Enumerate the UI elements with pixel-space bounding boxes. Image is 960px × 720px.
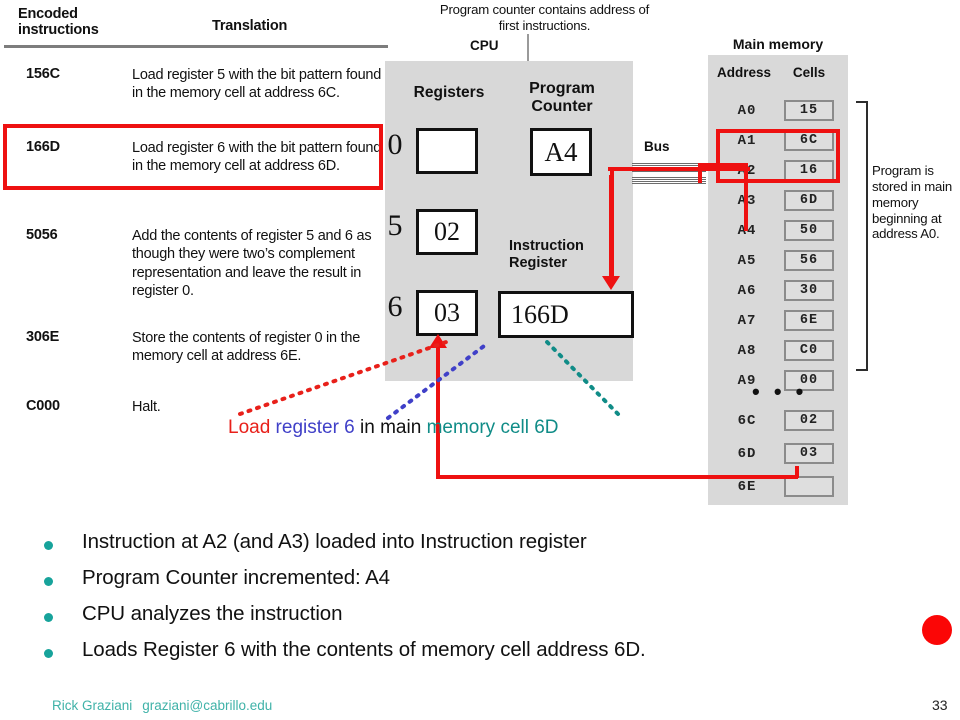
bullet-list: Instruction at A2 (and A3) loaded into I… <box>44 530 904 674</box>
cpu-label: CPU <box>470 38 499 53</box>
column-header-translation: Translation <box>212 18 288 34</box>
register-number-0: 0 <box>387 128 403 161</box>
memory-row: A3 6D <box>708 190 848 216</box>
memory-row: A5 56 <box>708 250 848 276</box>
bus-label: Bus <box>644 139 670 154</box>
memory-row: A8 C0 <box>708 340 848 366</box>
instruction-register-box: 166D <box>498 291 634 338</box>
register-box-0 <box>416 128 478 174</box>
memory-cell: 15 <box>784 100 834 121</box>
red-path-segment <box>608 167 612 171</box>
memory-address: 6C <box>737 413 757 429</box>
memory-cell: 03 <box>784 443 834 464</box>
memory-address: A8 <box>737 343 757 359</box>
red-arrowhead-to-register-6 <box>429 334 447 348</box>
table-header-rule <box>4 45 388 48</box>
memory-address: 6D <box>737 446 757 462</box>
instruction-translation: Add the contents of register 5 and 6 as … <box>132 228 372 299</box>
instruction-translation: Load register 5 with the bit pattern fou… <box>132 67 382 102</box>
highlight-box-memory-a2-a3 <box>716 129 840 183</box>
instruction-translation: Halt. <box>132 399 161 415</box>
bullet-dot-icon <box>44 613 53 622</box>
bullet-text: Program Counter incremented: A4 <box>82 566 390 589</box>
memory-annotation: Program is stored in main memory beginni… <box>872 163 953 242</box>
list-item: Instruction at A2 (and A3) loaded into I… <box>44 530 904 566</box>
caption-word-load: Load <box>228 417 276 438</box>
footer-credit: Rick Graziani graziani@cabrillo.edu <box>52 698 272 713</box>
list-item: Loads Register 6 with the contents of me… <box>44 638 904 674</box>
memory-address: A5 <box>737 253 757 269</box>
memory-row: 6C 02 <box>708 410 848 436</box>
bullet-text: Loads Register 6 with the contents of me… <box>82 638 646 661</box>
instruction-register-label: Instruction Register <box>509 238 584 271</box>
register-box-6: 03 <box>416 290 478 336</box>
instruction-code: 5056 <box>26 227 58 243</box>
memory-column-header-cells: Cells <box>792 65 826 80</box>
program-counter-box: A4 <box>530 128 592 176</box>
memory-row: 6E <box>708 476 848 502</box>
bullet-dot-icon <box>44 649 53 658</box>
list-item: Program Counter incremented: A4 <box>44 566 904 602</box>
red-path-segment <box>436 348 440 479</box>
caption-line: Load register 6 in main memory cell 6D <box>228 417 658 439</box>
red-arrowhead-to-instruction-register <box>602 276 620 290</box>
register-number-5: 5 <box>387 209 403 242</box>
main-memory-title: Main memory <box>732 36 824 52</box>
program-counter-label: Program Counter <box>529 80 595 115</box>
footer-email: graziani@cabrillo.edu <box>142 698 273 713</box>
instruction-code: C000 <box>26 398 60 414</box>
memory-cell: 50 <box>784 220 834 241</box>
memory-cell: 6D <box>784 190 834 211</box>
bullet-text: Instruction at A2 (and A3) loaded into I… <box>82 530 587 553</box>
program-counter-annotation: Program counter contains address of firs… <box>439 2 650 33</box>
table-header-row: Encoded instructions Translation <box>0 4 392 44</box>
memory-cell <box>784 476 834 497</box>
memory-cell: 30 <box>784 280 834 301</box>
instruction-code: 156C <box>26 66 60 82</box>
memory-cell: C0 <box>784 340 834 361</box>
red-path-segment <box>610 167 750 171</box>
memory-ellipsis: • • • <box>752 379 808 404</box>
bullet-dot-icon <box>44 577 53 586</box>
caption-word-middle: in main <box>354 417 427 438</box>
memory-address: 6E <box>737 479 757 495</box>
memory-row: A4 50 <box>708 220 848 246</box>
red-path-segment <box>744 163 748 231</box>
memory-address: A7 <box>737 313 757 329</box>
memory-row: A0 15 <box>708 100 848 126</box>
memory-cell: 56 <box>784 250 834 271</box>
register-box-5: 02 <box>416 209 478 255</box>
memory-row: A7 6E <box>708 310 848 336</box>
memory-address: A0 <box>737 103 757 119</box>
column-header-encoded-instructions: Encoded instructions <box>18 6 99 39</box>
highlight-box-instruction-166d <box>3 124 383 190</box>
caption-word-register: register 6 <box>275 417 355 438</box>
registers-label: Registers <box>413 84 485 101</box>
red-dot-marker-icon <box>922 615 952 645</box>
list-item: CPU analyzes the instruction <box>44 602 904 638</box>
red-path-segment <box>436 475 798 479</box>
red-path-segment <box>609 175 613 279</box>
instruction-translation: Store the contents of register 0 in the … <box>132 330 361 365</box>
memory-row: A6 30 <box>708 280 848 306</box>
memory-range-bracket <box>856 101 868 371</box>
instruction-code: 306E <box>26 329 60 345</box>
slide-canvas: Encoded instructions Translation 156C Lo… <box>0 0 960 720</box>
memory-cell: 02 <box>784 410 834 431</box>
memory-column-header-address: Address <box>716 65 772 80</box>
memory-cell: 6E <box>784 310 834 331</box>
page-number: 33 <box>932 697 948 713</box>
register-number-6: 6 <box>387 290 403 323</box>
memory-address: A6 <box>737 283 757 299</box>
memory-row: 6D 03 <box>708 443 848 469</box>
bullet-dot-icon <box>44 541 53 550</box>
footer-author: Rick Graziani <box>52 698 133 713</box>
caption-word-memory: memory cell 6D <box>426 417 559 438</box>
bullet-text: CPU analyzes the instruction <box>82 602 343 625</box>
